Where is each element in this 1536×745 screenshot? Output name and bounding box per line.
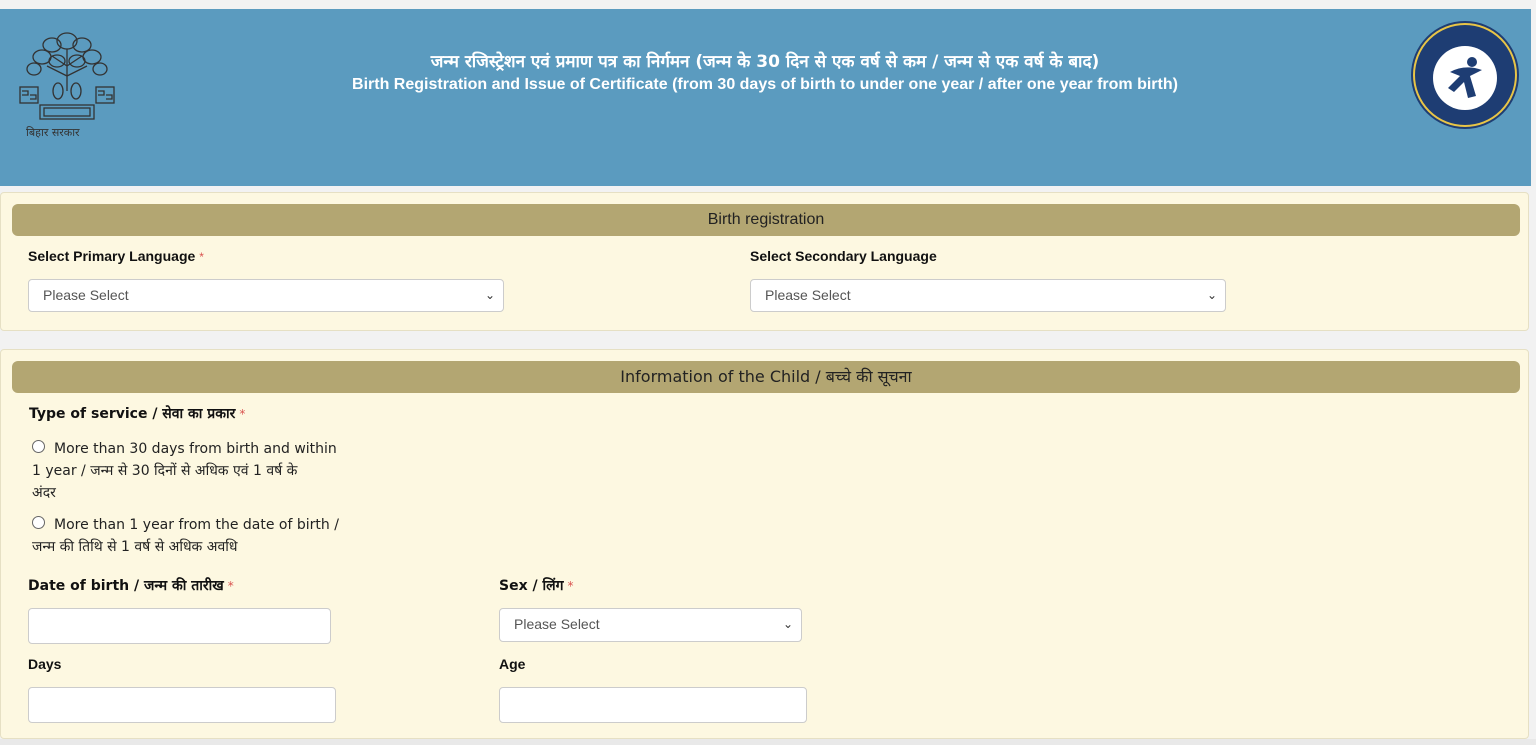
primary-language-label: Select Primary Language * — [28, 248, 204, 264]
secondary-language-label-text: Select Secondary Language — [750, 248, 937, 264]
required-asterisk: * — [567, 579, 574, 593]
child-information-heading: Information of the Child / बच्चे की सूचन… — [12, 361, 1520, 393]
page-title-english: Birth Registration and Issue of Certific… — [352, 76, 1178, 93]
service-option-1-line-2: 1 year / जन्म से 30 दिनों से अधिक एवं 1 … — [32, 463, 298, 479]
primary-language-select-value: Please Select — [43, 287, 129, 303]
secondary-language-select[interactable]: Please Select ⌄ — [750, 279, 1226, 312]
left-logo-caption: बिहार सरकार — [26, 126, 80, 139]
service-option-2-line-2: जन्म की तिथि से 1 वर्ष से अधिक अवधि — [32, 539, 238, 555]
age-input[interactable] — [499, 687, 807, 723]
service-type-label: Type of service / सेवा का प्रकार * — [29, 404, 245, 423]
child-information-panel: Information of the Child / बच्चे की सूचन… — [0, 349, 1529, 739]
chevron-down-icon: ⌄ — [484, 288, 495, 302]
service-option-after-one-year[interactable]: More than 1 year from the date of birth … — [32, 514, 352, 558]
service-option-2-line-1: More than 1 year from the date of birth … — [54, 517, 339, 533]
primary-language-select[interactable]: Please Select ⌄ — [28, 279, 504, 312]
service-option-1-line-1: More than 30 days from birth and within — [54, 441, 337, 457]
header-title-block: जन्म रजिस्ट्रेशन एवं प्रमाण पत्र का निर्… — [200, 51, 1330, 97]
required-asterisk: * — [199, 250, 204, 264]
secondary-language-label: Select Secondary Language — [750, 248, 937, 264]
required-asterisk: * — [227, 579, 234, 593]
page-header: बिहार सरकार जन्म रजिस्ट्रेशन एवं प्रमाण … — [0, 9, 1531, 186]
page-title-hindi: जन्म रजिस्ट्रेशन एवं प्रमाण पत्र का निर्… — [430, 52, 1100, 72]
bihar-administrative-reform-mission-logo — [1410, 20, 1520, 130]
bihar-government-logo: बिहार सरकार — [12, 21, 122, 141]
date-of-birth-label: Date of birth / जन्म की तारीख * — [28, 576, 234, 595]
radio-button[interactable] — [32, 440, 45, 453]
reform-mission-emblem-icon — [1411, 21, 1519, 129]
sex-select-value: Please Select — [514, 616, 600, 632]
sex-select[interactable]: Please Select ⌄ — [499, 608, 802, 642]
primary-language-label-text: Select Primary Language — [28, 248, 196, 264]
days-label: Days — [28, 656, 62, 672]
age-label: Age — [499, 656, 526, 672]
chevron-down-icon: ⌄ — [782, 617, 793, 631]
required-asterisk: * — [239, 407, 246, 421]
chevron-down-icon: ⌄ — [1206, 288, 1217, 302]
birth-registration-panel: Birth registration Select Primary Langua… — [0, 192, 1529, 331]
bodhi-tree-emblem-icon — [19, 32, 115, 120]
sex-label: Sex / लिंग * — [499, 576, 573, 595]
days-input[interactable] — [28, 687, 336, 723]
birth-registration-heading: Birth registration — [12, 204, 1520, 236]
date-of-birth-label-text: Date of birth / जन्म की तारीख — [28, 578, 224, 594]
sex-label-text: Sex / लिंग — [499, 578, 564, 594]
radio-button[interactable] — [32, 516, 45, 529]
page-bottom-strip — [0, 739, 1536, 745]
service-type-label-text: Type of service / सेवा का प्रकार — [29, 406, 236, 422]
service-option-within-one-year[interactable]: More than 30 days from birth and within … — [32, 438, 352, 504]
service-option-1-line-3: अंदर — [32, 485, 56, 501]
secondary-language-select-value: Please Select — [765, 287, 851, 303]
date-of-birth-input[interactable] — [28, 608, 331, 644]
